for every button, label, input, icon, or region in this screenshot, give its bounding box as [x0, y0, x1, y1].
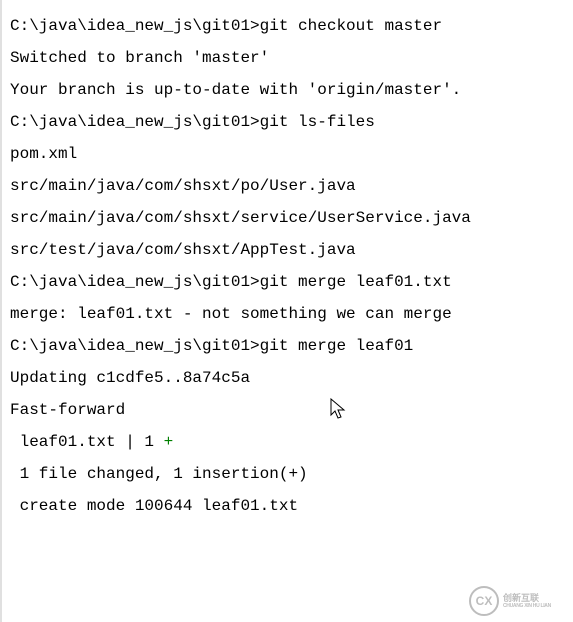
output-line: src/main/java/com/shsxt/service/UserServ…: [10, 202, 565, 234]
command-text: git checkout master: [260, 17, 442, 35]
output-line: leaf01.txt | 1 +: [10, 426, 565, 458]
cmd-line: C:\java\idea_new_js\git01>git ls-files: [10, 106, 565, 138]
command-text: git ls-files: [260, 113, 375, 131]
watermark-logo-text: CX: [476, 589, 493, 613]
terminal-output: C:\java\idea_new_js\git01>git checkout m…: [0, 0, 573, 622]
output-line: Fast-forward: [10, 394, 565, 426]
output-line: Your branch is up-to-date with 'origin/m…: [10, 74, 565, 106]
output-line: src/test/java/com/shsxt/AppTest.java: [10, 234, 565, 266]
prompt: C:\java\idea_new_js\git01>: [10, 17, 260, 35]
output-line: pom.xml: [10, 138, 565, 170]
prompt: C:\java\idea_new_js\git01>: [10, 273, 260, 291]
prompt: C:\java\idea_new_js\git01>: [10, 337, 260, 355]
output-line: Switched to branch 'master': [10, 42, 565, 74]
watermark: CX 创新互联 CHUANG XIN HU LIAN: [469, 586, 569, 616]
watermark-text: 创新互联 CHUANG XIN HU LIAN: [503, 593, 551, 610]
watermark-logo-icon: CX: [469, 586, 499, 616]
prompt: C:\java\idea_new_js\git01>: [10, 113, 260, 131]
cmd-line: C:\java\idea_new_js\git01>git merge leaf…: [10, 266, 565, 298]
output-line: merge: leaf01.txt - not something we can…: [10, 298, 565, 330]
output-line: create mode 100644 leaf01.txt: [10, 490, 565, 522]
cmd-line: C:\java\idea_new_js\git01>git merge leaf…: [10, 330, 565, 362]
output-line: 1 file changed, 1 insertion(+): [10, 458, 565, 490]
watermark-line1: 创新互联: [503, 593, 551, 604]
command-text: git merge leaf01: [260, 337, 414, 355]
diff-plus-icon: +: [164, 433, 174, 451]
output-line: src/main/java/com/shsxt/po/User.java: [10, 170, 565, 202]
cmd-line: C:\java\idea_new_js\git01>git checkout m…: [10, 10, 565, 42]
output-line: Updating c1cdfe5..8a74c5a: [10, 362, 565, 394]
watermark-line2: CHUANG XIN HU LIAN: [503, 603, 551, 609]
command-text: git merge leaf01.txt: [260, 273, 452, 291]
diff-stat: leaf01.txt | 1: [10, 433, 164, 451]
